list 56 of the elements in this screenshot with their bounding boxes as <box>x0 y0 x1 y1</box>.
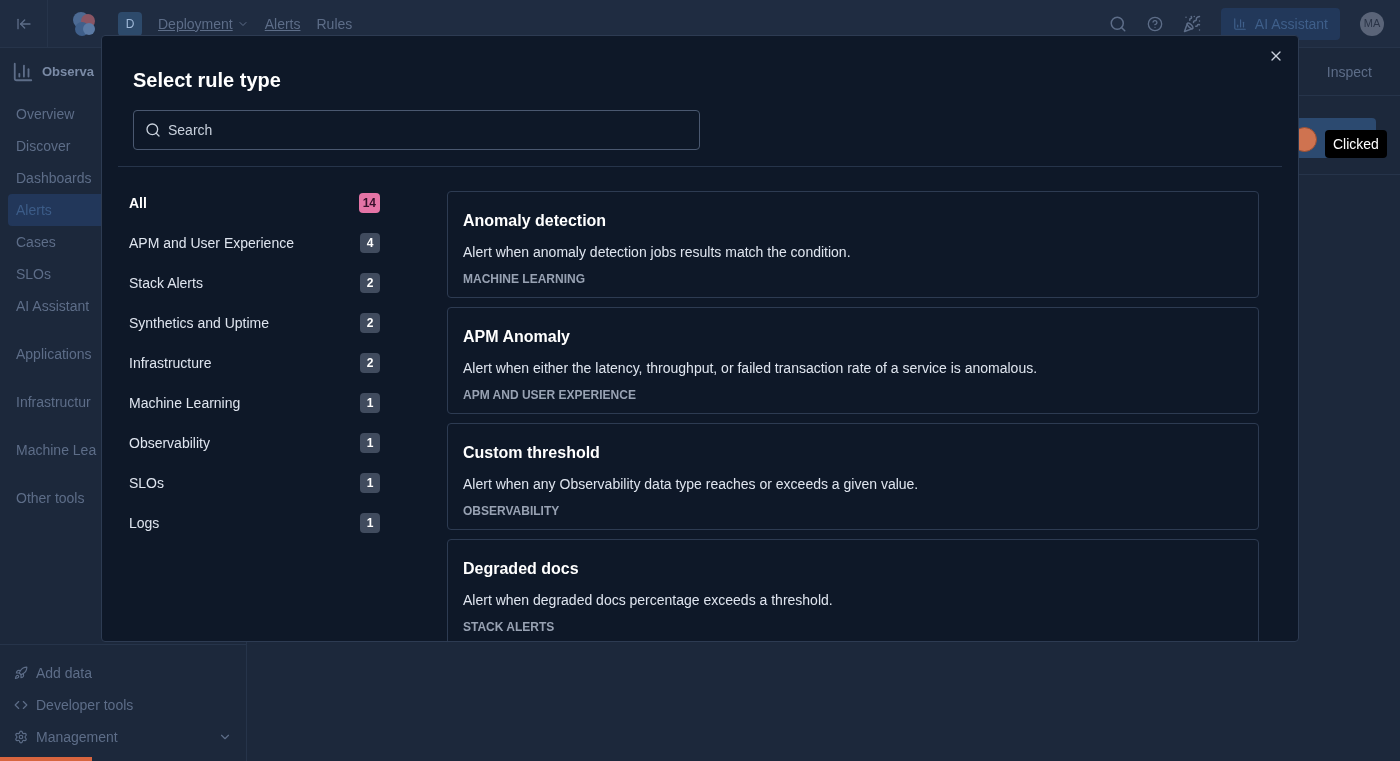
footer-nav-item[interactable]: Developer tools <box>0 689 246 721</box>
rule-category: APM AND USER EXPERIENCE <box>463 387 637 403</box>
help-icon[interactable] <box>1146 15 1163 32</box>
nav-icon <box>14 666 28 680</box>
breadcrumb-current: Rules <box>316 14 353 34</box>
category-item[interactable]: APM and User Experience 4 <box>129 231 380 255</box>
rule-type-card[interactable]: Degraded docs Alert when degraded docs percentage exceeds a threshold. STACK ALERTS <box>447 539 1259 641</box>
modal-title: Select rule type <box>133 68 282 93</box>
rule-title: Anomaly detection <box>463 211 608 231</box>
rule-description: Alert when anomaly detection jobs results match the condition. <box>463 243 852 262</box>
page-tab[interactable]: Inspect <box>1326 61 1372 82</box>
rule-title: Degraded docs <box>463 559 580 579</box>
tooltip: Clicked <box>1325 130 1387 158</box>
search-icon <box>145 122 161 138</box>
search-icon[interactable] <box>1108 14 1127 33</box>
rule-description: Alert when either the latency, throughput, or failed transaction rate of a service is anomalous. <box>463 359 1039 378</box>
count-badge: 1 <box>360 433 380 453</box>
rule-title: APM Anomaly <box>463 327 571 347</box>
category-item[interactable]: SLOs 1 <box>129 471 380 495</box>
count-badge: 4 <box>360 233 380 253</box>
logo-icon <box>70 9 98 38</box>
breadcrumb-link[interactable]: Alerts <box>264 13 301 34</box>
category-item[interactable]: Logs 1 <box>129 511 380 535</box>
footer-nav-item[interactable]: Management <box>0 721 246 753</box>
nav-icon <box>14 730 28 744</box>
category-item[interactable]: Observability 1 <box>129 431 380 455</box>
rule-description: Alert when any Observability data type reaches or exceeds a given value. <box>463 475 920 494</box>
rule-type-card[interactable]: Anomaly detection Alert when anomaly detection jobs results match the condition. MACHINE LEARNING <box>447 191 1259 298</box>
count-badge: 2 <box>360 353 380 373</box>
count-badge: 2 <box>360 313 380 333</box>
footer-nav-item[interactable]: Add data <box>0 657 246 689</box>
category-item[interactable]: Stack Alerts 2 <box>129 271 380 295</box>
breadcrumb-link[interactable]: Deployment <box>158 13 249 34</box>
sidebar-title: Observa <box>42 63 95 82</box>
category-item[interactable]: All 14 <box>129 191 380 215</box>
count-badge: 2 <box>360 273 380 293</box>
category-item[interactable]: Infrastructure 2 <box>129 351 380 375</box>
chart-icon <box>1232 16 1247 31</box>
rule-category: MACHINE LEARNING <box>463 271 586 287</box>
rule-category: STACK ALERTS <box>463 619 556 635</box>
count-badge: 14 <box>358 193 380 213</box>
party-popper-icon[interactable] <box>1182 14 1201 33</box>
nav-icon <box>14 698 28 712</box>
category-item[interactable]: Synthetics and Uptime 2 <box>129 311 380 335</box>
count-badge: 1 <box>360 513 380 533</box>
chart-icon <box>12 61 34 83</box>
rule-title: Custom threshold <box>463 443 601 463</box>
rule-type-card[interactable]: Custom threshold Alert when any Observability data type reaches or exceeds a given value. OBSERVABILITY <box>447 423 1259 530</box>
deployment-badge: D <box>118 11 142 36</box>
rule-description: Alert when degraded docs percentage exceeds a threshold. <box>463 591 834 610</box>
rule-type-card[interactable]: APM Anomaly Alert when either the latency, throughput, or failed transaction rate of a service is anomalous. APM AND USER EXPERIENCE <box>447 307 1259 414</box>
search-field[interactable]: Search <box>133 110 700 150</box>
category-item[interactable]: Machine Learning 1 <box>129 391 380 415</box>
rule-category: OBSERVABILITY <box>463 503 561 519</box>
count-badge: 1 <box>360 473 380 493</box>
count-badge: 1 <box>360 393 380 413</box>
